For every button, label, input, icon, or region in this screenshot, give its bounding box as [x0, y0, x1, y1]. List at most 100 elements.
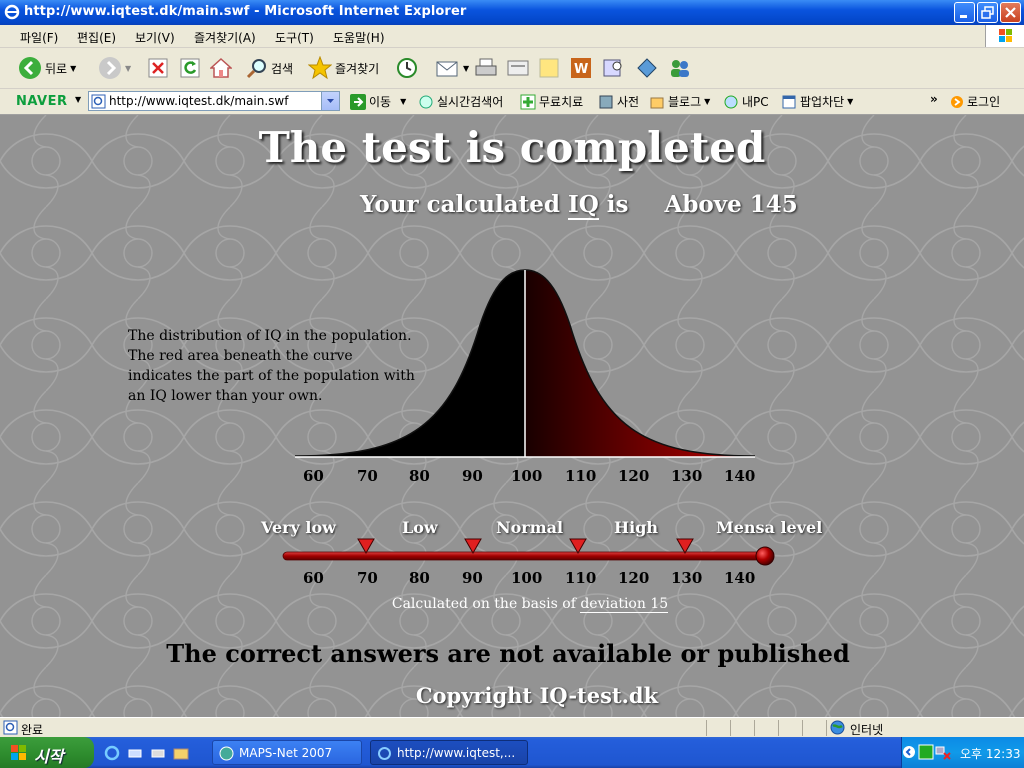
search-icon: [246, 59, 266, 79]
mail-button[interactable]: ▼: [436, 55, 469, 81]
scale-tick-70: 70: [357, 569, 378, 587]
curve-tick-120: 120: [618, 467, 650, 485]
task-ie-window[interactable]: http://www.iqtest,...: [370, 740, 528, 765]
address-dropdown-button[interactable]: [321, 92, 339, 110]
show-desktop-icon[interactable]: [150, 745, 166, 761]
popup-block-button[interactable]: 팝업차단 ▼: [781, 93, 853, 110]
messenger-button[interactable]: [636, 55, 658, 81]
window-titlebar: http://www.iqtest.dk/main.swf - Microsof…: [0, 0, 1024, 25]
home-icon: [210, 57, 232, 78]
start-button[interactable]: 시작: [0, 737, 94, 768]
flash-content[interactable]: The test is completed Your calculated IQ…: [0, 115, 1024, 717]
marker-90: [464, 538, 482, 555]
blog-button[interactable]: 블로그 ▼: [649, 93, 710, 110]
curve-tick-60: 60: [303, 467, 324, 485]
task-maps-net[interactable]: MAPS-Net 2007: [212, 740, 362, 765]
scale-tick-100: 100: [511, 569, 543, 587]
printer-icon: [475, 58, 497, 76]
history-button[interactable]: [396, 55, 418, 81]
ie-quicklaunch-icon[interactable]: [104, 745, 120, 761]
search-button[interactable]: 검색: [246, 55, 293, 81]
menu-help[interactable]: 도움말(H): [333, 29, 385, 46]
forward-arrow-icon: [99, 57, 121, 79]
curve-tick-80: 80: [409, 467, 430, 485]
close-button[interactable]: [1000, 2, 1021, 23]
toolbar-overflow-icon[interactable]: »: [930, 92, 938, 106]
print-button[interactable]: [474, 55, 498, 81]
realtime-search-label: 실시간검색어: [437, 95, 504, 109]
folder-icon[interactable]: [173, 745, 189, 761]
scale-tick-90: 90: [462, 569, 483, 587]
network-icon[interactable]: [935, 744, 951, 760]
favorites-label: 즐겨찾기: [335, 61, 380, 76]
realtime-search-icon: [419, 95, 433, 108]
stop-icon: [148, 58, 168, 78]
marker-110: [569, 538, 587, 555]
blog-icon: [650, 97, 664, 108]
w-logo-icon: W: [571, 58, 591, 78]
start-label: 시작: [34, 747, 64, 766]
login-button[interactable]: 로그인: [950, 93, 1000, 110]
tray-expand-icon[interactable]: [902, 745, 916, 759]
status-text: 완료: [21, 723, 44, 737]
iq-result-value: Above 145: [664, 191, 798, 218]
mail-icon: [436, 61, 458, 77]
restore-button[interactable]: [977, 2, 998, 23]
tray-app-icon[interactable]: [918, 744, 934, 760]
scale-tick-130: 130: [671, 569, 703, 587]
mypc-button[interactable]: 내PC: [723, 93, 769, 110]
back-label: 뒤로: [45, 61, 68, 76]
menu-tools[interactable]: 도구(T): [275, 29, 314, 46]
go-button[interactable]: 이동 ▼: [350, 93, 406, 110]
scale-tick-120: 120: [618, 569, 650, 587]
note-prefix: Calculated on the basis of: [391, 596, 576, 612]
deviation-link[interactable]: deviation 15: [580, 596, 669, 613]
result-is: is: [606, 191, 629, 218]
stop-button[interactable]: [148, 55, 168, 81]
naver-dropdown-icon[interactable]: ▼: [75, 95, 81, 104]
refresh-icon: [180, 58, 200, 78]
curve-tick-110: 110: [565, 467, 597, 485]
realtime-search-button[interactable]: 실시간검색어: [418, 93, 503, 110]
blog-label: 블로그: [668, 95, 702, 109]
menu-favorites[interactable]: 즐겨찾기(A): [194, 29, 256, 46]
minimize-button[interactable]: [954, 2, 975, 23]
iq-scale-bar: [282, 538, 775, 566]
free-care-label: 무료치료: [539, 95, 584, 109]
note-button[interactable]: [538, 55, 560, 81]
research-icon: [603, 59, 622, 77]
star-icon: [308, 56, 332, 80]
address-input[interactable]: http://www.iqtest.dk/main.swf: [109, 94, 288, 108]
deviation-note: Calculated on the basis of deviation 15: [0, 596, 1024, 613]
address-bar[interactable]: http://www.iqtest.dk/main.swf: [88, 91, 340, 111]
login-icon: [951, 95, 963, 108]
quicklaunch-icon[interactable]: [127, 745, 143, 761]
dictionary-button[interactable]: 사전: [598, 93, 639, 110]
mypc-label: 내PC: [742, 95, 769, 109]
contacts-button[interactable]: [668, 55, 692, 81]
refresh-button[interactable]: [180, 55, 200, 81]
menu-view[interactable]: 보기(V): [135, 29, 175, 46]
home-button[interactable]: [210, 55, 232, 81]
menu-file[interactable]: 파일(F): [20, 29, 58, 46]
favorites-button[interactable]: 즐겨찾기: [308, 55, 379, 81]
iq-link[interactable]: IQ: [567, 191, 599, 220]
forward-button[interactable]: ▼: [98, 55, 131, 81]
task-label: http://www.iqtest,...: [397, 746, 516, 760]
page-done-icon: [3, 720, 18, 735]
menu-edit[interactable]: 편집(E): [77, 29, 116, 46]
back-button[interactable]: 뒤로 ▼: [18, 55, 76, 81]
curve-tick-70: 70: [357, 467, 378, 485]
windows-logo-icon: [11, 745, 26, 760]
marker-130: [676, 538, 694, 555]
research-button[interactable]: [602, 55, 624, 81]
go-label: 이동: [369, 95, 392, 109]
scale-tick-140: 140: [724, 569, 756, 587]
curve-tick-130: 130: [671, 467, 703, 485]
search-label: 검색: [271, 61, 294, 76]
w-button[interactable]: W: [570, 55, 592, 81]
free-care-button[interactable]: 무료치료: [520, 93, 583, 110]
edit-button[interactable]: [506, 55, 530, 81]
windows-flag-icon: [985, 25, 1024, 47]
curve-tick-140: 140: [724, 467, 756, 485]
